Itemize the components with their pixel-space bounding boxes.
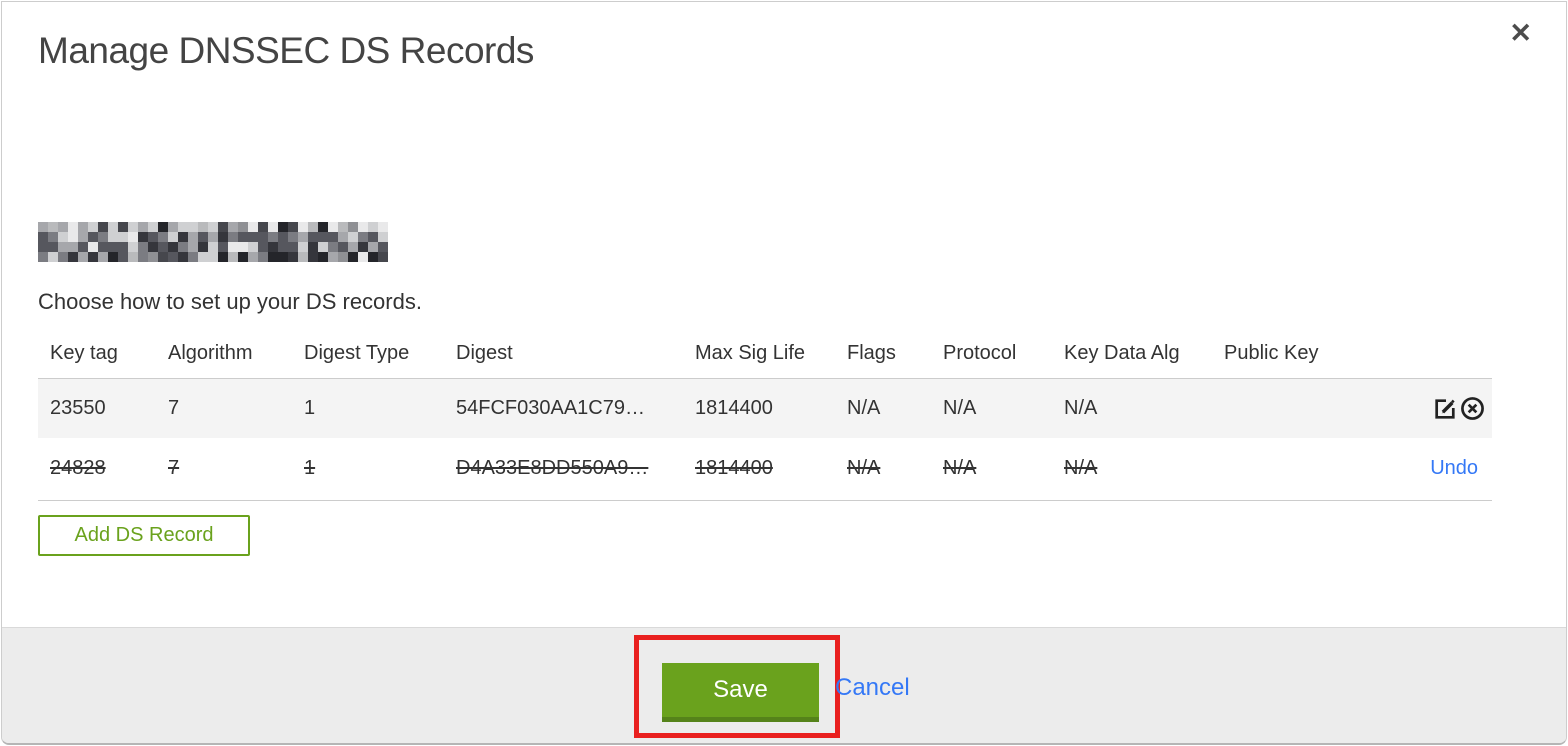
row-actions — [1392, 378, 1492, 438]
row-actions: Undo — [1392, 438, 1492, 500]
close-icon[interactable]: ✕ — [1509, 20, 1532, 47]
save-button[interactable]: Save — [662, 663, 819, 722]
cell-max-sig-life: 1814400 — [695, 396, 773, 419]
cell-flags: N/A — [847, 396, 881, 419]
edit-record-icon[interactable] — [1432, 395, 1459, 422]
cell-key-data-alg: N/A — [1064, 396, 1098, 419]
cell-max-sig-life: 1814400 — [695, 457, 773, 480]
col-header-key-tag: Key tag — [50, 342, 118, 365]
cell-key-tag: 24828 — [50, 457, 106, 480]
cell-key-tag: 23550 — [50, 396, 106, 419]
cell-key-data-alg: N/A — [1064, 457, 1098, 480]
cell-digest-type: 1 — [304, 457, 316, 480]
instruction-text: Choose how to set up your DS records. — [38, 289, 422, 314]
cell-public-key — [1212, 438, 1392, 500]
col-header-key-data-alg: Key Data Alg — [1064, 342, 1180, 365]
col-header-protocol: Protocol — [943, 342, 1017, 365]
dnssec-modal: Manage DNSSEC DS Records ✕ Choose how to… — [1, 1, 1567, 745]
undo-link[interactable]: Undo — [1430, 457, 1486, 479]
col-header-algorithm: Algorithm — [168, 342, 253, 365]
redacted-domain-name — [38, 222, 388, 262]
add-ds-record-button[interactable]: Add DS Record — [38, 515, 250, 556]
cell-digest: D4A33E8DD550A9… — [456, 457, 649, 480]
col-header-flags: Flags — [847, 342, 896, 365]
annotation-highlight-rect: Save — [634, 635, 840, 738]
cell-algorithm: 7 — [168, 396, 180, 419]
col-header-max-sig-life: Max Sig Life — [695, 342, 806, 365]
cell-flags: N/A — [847, 457, 881, 480]
cell-algorithm: 7 — [168, 457, 180, 480]
col-header-actions — [1392, 330, 1492, 378]
ds-records-table: Key tag Algorithm Digest Type Digest Max… — [38, 330, 1492, 501]
delete-record-icon[interactable] — [1459, 395, 1486, 422]
cancel-link[interactable]: Cancel — [835, 674, 910, 702]
cell-public-key — [1212, 378, 1392, 438]
col-header-digest-type: Digest Type — [304, 342, 410, 365]
col-header-public-key: Public Key — [1224, 342, 1319, 365]
cell-digest-type: 1 — [304, 396, 316, 419]
cell-digest: 54FCF030AA1C79… — [456, 396, 645, 419]
table-row: 23550 7 1 54FCF030AA1C79… 1814400 N/A N/… — [38, 378, 1492, 438]
table-header-row: Key tag Algorithm Digest Type Digest Max… — [38, 330, 1492, 378]
col-header-digest: Digest — [456, 342, 513, 365]
cell-protocol: N/A — [943, 396, 977, 419]
page-title: Manage DNSSEC DS Records — [38, 30, 534, 71]
cell-protocol: N/A — [943, 457, 977, 480]
table-row-deleted: 24828 7 1 D4A33E8DD550A9… 1814400 N/A N/… — [38, 438, 1492, 500]
modal-footer: Save Cancel — [2, 627, 1566, 743]
